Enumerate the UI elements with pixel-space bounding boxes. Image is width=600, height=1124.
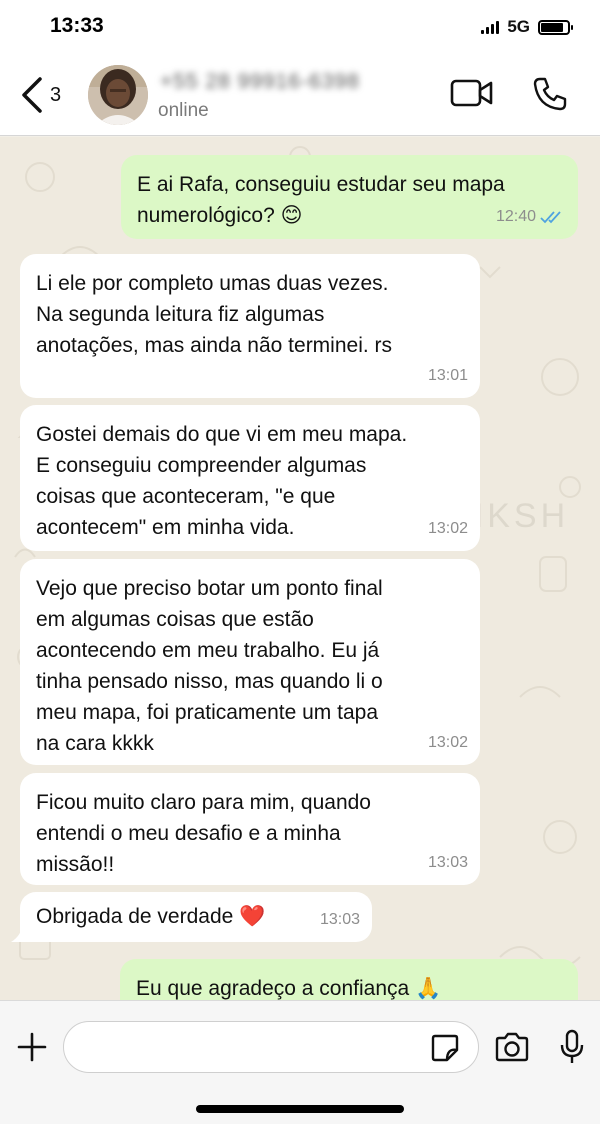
battery-icon	[538, 19, 573, 35]
message-bubble-incoming[interactable]: Obrigada de verdade ❤️ 13:03	[11, 892, 372, 942]
message-meta: 13:03	[320, 904, 360, 935]
chat-area[interactable]: PRINKSH E ai Rafa, conseguiu estudar seu…	[0, 137, 600, 1000]
video-camera-icon	[450, 79, 493, 107]
message-meta: 13:03	[428, 847, 468, 878]
voice-call-button[interactable]	[532, 76, 568, 117]
message-time: 12:40	[495, 208, 536, 225]
back-button[interactable]: 3	[20, 76, 61, 114]
status-indicators: 5G	[481, 17, 573, 37]
camera-button[interactable]	[494, 1032, 530, 1067]
phone-icon	[533, 77, 567, 111]
status-time: 13:33	[50, 14, 104, 37]
message-bubble-incoming[interactable]: Ficou muito claro para mim, quando enten…	[20, 773, 480, 885]
message-meta: 12:40	[496, 201, 566, 232]
message-text: Eu que agradeço a confiança 🙏	[136, 977, 442, 1000]
message-bubble-outgoing[interactable]: E ai Rafa, conseguiu estudar seu mapa nu…	[121, 155, 578, 239]
microphone-icon	[560, 1029, 584, 1063]
message-text: Vejo que preciso botar um ponto final em…	[36, 577, 383, 755]
message-bubble-incoming[interactable]: Gostei demais do que vi em meu mapa. E c…	[20, 405, 480, 551]
message-time: 13:02	[427, 734, 468, 751]
message-time: 13:02	[427, 520, 468, 537]
status-bar: 13:33 5G	[0, 0, 600, 56]
chevron-left-icon	[22, 77, 42, 113]
attach-button[interactable]	[16, 1031, 48, 1068]
bubble-tail	[11, 924, 31, 942]
double-check-icon	[540, 210, 561, 223]
message-meta: 13:02	[428, 727, 468, 758]
message-text: Li ele por completo umas duas vezes. Na …	[36, 272, 393, 357]
message-meta: 13:02	[428, 513, 468, 544]
plus-icon	[17, 1032, 47, 1062]
message-time: 13:01	[427, 367, 468, 384]
microphone-button[interactable]	[559, 1029, 585, 1070]
message-time: 13:03	[427, 854, 468, 871]
battery-level	[541, 22, 564, 32]
message-meta: 13:01	[428, 360, 468, 391]
video-call-button[interactable]	[450, 78, 494, 113]
sticker-button[interactable]	[430, 1033, 460, 1068]
signal-icon	[481, 20, 500, 34]
contact-avatar[interactable]	[88, 65, 148, 125]
camera-icon	[495, 1032, 529, 1062]
contact-name[interactable]: +55 28 99916-6398	[160, 70, 360, 94]
composer-bar	[0, 1000, 600, 1124]
message-text: Ficou muito claro para mim, quando enten…	[36, 791, 371, 876]
chat-header: 3 +55 28 99916-6398 online	[0, 56, 600, 136]
message-text: Obrigada de verdade ❤️	[36, 905, 266, 928]
network-type: 5G	[507, 17, 530, 36]
home-indicator	[196, 1105, 404, 1113]
message-text: Gostei demais do que vi em meu mapa. E c…	[36, 423, 408, 539]
contact-status: online	[158, 100, 209, 121]
message-time: 13:03	[319, 911, 360, 928]
message-input[interactable]	[63, 1021, 479, 1073]
unread-count: 3	[50, 83, 62, 106]
message-bubble-incoming[interactable]: Vejo que preciso botar um ponto final em…	[20, 559, 480, 765]
message-bubble-incoming[interactable]: Li ele por completo umas duas vezes. Na …	[20, 254, 480, 398]
sticker-icon	[431, 1034, 459, 1062]
message-bubble-outgoing[interactable]: Eu que agradeço a confiança 🙏	[120, 959, 578, 1000]
avatar-photo	[88, 65, 148, 125]
